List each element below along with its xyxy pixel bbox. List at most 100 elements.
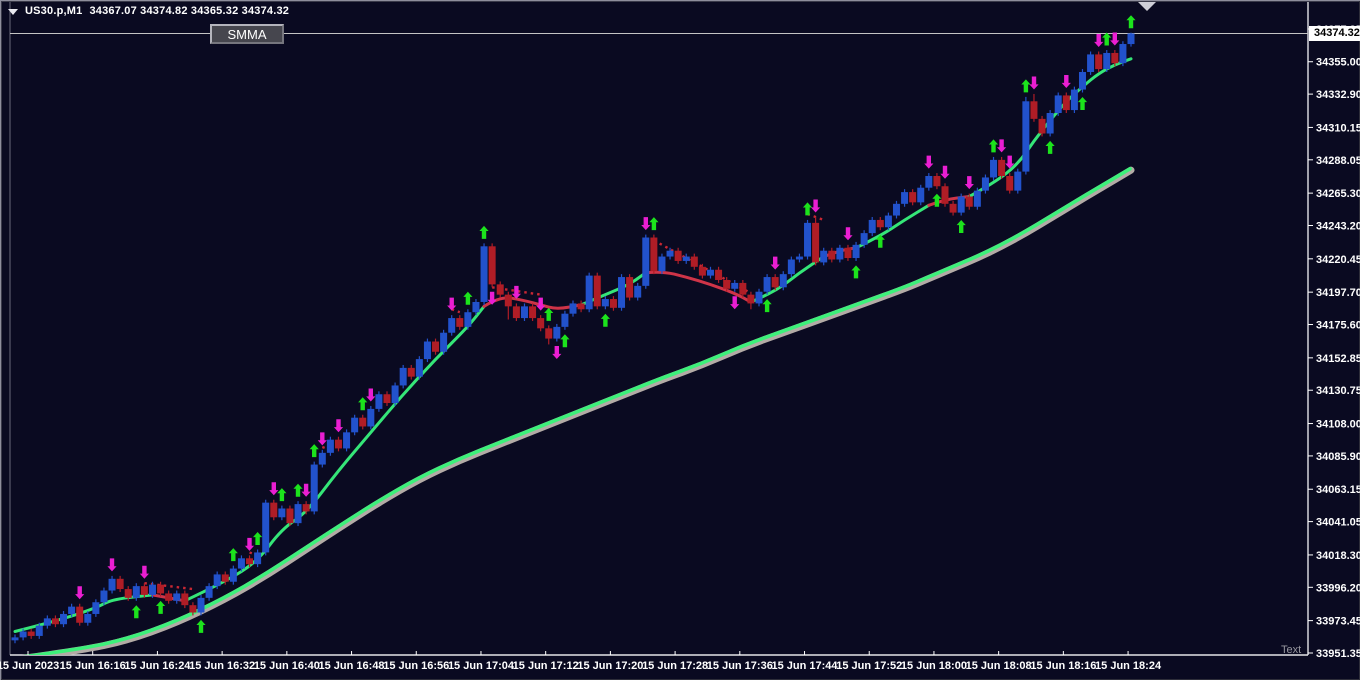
price-tick-label: 34243.20 — [1316, 221, 1360, 233]
up-arrow-icon — [479, 225, 489, 239]
down-arrow-icon — [964, 176, 974, 190]
bear-candle — [965, 196, 973, 207]
bear-candle — [715, 269, 723, 280]
time-tick-label: 15 Jun 16:40 — [254, 660, 320, 672]
down-arrow-icon — [107, 558, 117, 572]
time-tick-label: 15 Jun 18:24 — [1095, 660, 1162, 672]
down-arrow-icon — [317, 432, 327, 446]
price-tick-label: 34063.15 — [1316, 484, 1360, 496]
bull-candle — [884, 215, 892, 228]
time-tick-label: 15 Jun 18:16 — [1030, 660, 1096, 672]
bull-candle — [399, 367, 407, 386]
chart-plot-area[interactable] — [10, 15, 1308, 659]
down-arrow-icon — [333, 419, 344, 433]
bull-candle — [925, 175, 933, 188]
price-scale[interactable]: 34377.3534355.0034332.9034310.1534288.05… — [1308, 24, 1360, 660]
up-arrow-icon — [277, 488, 287, 502]
price-tick-label: 33973.45 — [1316, 616, 1360, 628]
bull-candle — [423, 341, 431, 360]
bull-candle — [1119, 44, 1127, 64]
chart-dropdown-icon[interactable] — [8, 8, 18, 15]
bull-candle — [43, 618, 51, 626]
down-arrow-icon — [811, 199, 821, 213]
bull-candle — [173, 593, 181, 601]
time-tick-label: 15 Jun 16:16 — [60, 660, 126, 672]
bear-candle — [593, 275, 601, 307]
bull-candle — [787, 259, 795, 275]
bear-candle — [165, 593, 173, 601]
bear-candle — [844, 247, 852, 259]
price-tick-label: 34332.90 — [1316, 89, 1360, 101]
price-tick-label: 34085.90 — [1316, 451, 1360, 463]
bull-candle — [666, 250, 674, 257]
bull-candle — [868, 219, 876, 234]
up-arrow-icon — [600, 313, 610, 327]
bear-candle — [407, 367, 415, 377]
bear-candle — [698, 266, 706, 276]
chart-text-object[interactable]: Text — [1281, 644, 1308, 657]
bear-candle — [1095, 54, 1103, 70]
bull-candle — [326, 439, 334, 453]
up-arrow-icon — [463, 291, 473, 305]
bear-candle — [140, 586, 148, 595]
price-tick-label: 34220.45 — [1316, 254, 1360, 266]
bull-candle — [229, 568, 237, 582]
time-tick-label: 15 Jun 16:56 — [383, 660, 449, 672]
bear-candle — [383, 394, 391, 404]
bear-candle — [512, 306, 520, 319]
bear-candle — [270, 502, 278, 518]
fast-ma-line — [13, 57, 1133, 633]
signal-arrows — [75, 15, 1136, 633]
bull-candle — [278, 508, 286, 518]
bull-candle — [804, 222, 812, 257]
bull-candle — [1078, 71, 1086, 90]
bull-candle — [973, 190, 981, 207]
time-tick-label: 15 Jun 17:28 — [642, 660, 708, 672]
bull-candle — [343, 432, 351, 449]
down-arrow-icon — [641, 217, 651, 231]
bear-candle — [504, 294, 512, 307]
bull-candle — [148, 584, 156, 595]
up-arrow-icon — [293, 483, 303, 497]
smma-indicator-button[interactable]: SMMA — [210, 24, 284, 44]
bull-candle — [375, 394, 383, 409]
down-arrow-icon — [139, 565, 149, 579]
price-tick-label: 34041.05 — [1316, 517, 1360, 529]
chart-title-symbol: US30.p,M1 — [25, 5, 83, 17]
bull-candle — [237, 558, 245, 569]
bear-candle — [181, 593, 189, 606]
bull-candle — [448, 318, 456, 333]
bull-candle — [464, 312, 472, 327]
bear-candle — [626, 277, 634, 298]
up-arrow-icon — [131, 605, 141, 619]
bull-candle — [1127, 33, 1135, 45]
time-scale[interactable]: 15 Jun 2023 15 Jun 16:1615 Jun 16:2415 Ju… — [0, 651, 1162, 672]
down-arrow-icon — [366, 388, 376, 402]
bull-candle — [60, 613, 68, 625]
price-tick-label: 33951.35 — [1316, 648, 1360, 660]
bull-candle — [634, 285, 642, 298]
chart-shift-marker-icon[interactable] — [1138, 2, 1156, 11]
bear-candle — [998, 159, 1006, 176]
up-arrow-icon — [762, 299, 772, 313]
bear-candle — [302, 504, 310, 512]
chart-canvas[interactable]: 34377.3534355.0034332.9034310.1534288.05… — [0, 0, 1360, 680]
down-arrow-icon — [1094, 34, 1104, 47]
bull-candle — [480, 246, 488, 302]
up-arrow-icon — [649, 217, 659, 231]
down-arrow-icon — [301, 483, 311, 497]
bear-candle — [650, 237, 658, 272]
bull-candle — [391, 385, 399, 404]
bull-candle — [706, 269, 714, 276]
time-tick-label: 15 Jun 2023 — [0, 660, 59, 672]
slow-ma-line — [21, 166, 1135, 655]
bear-candle — [529, 306, 537, 319]
bull-candle — [917, 187, 925, 203]
time-tick-label: 15 Jun 17:12 — [513, 660, 579, 672]
bull-candle — [892, 203, 900, 216]
down-arrow-icon — [552, 346, 562, 359]
bull-candle — [755, 291, 763, 304]
up-arrow-icon — [544, 307, 554, 321]
time-tick-label: 15 Jun 18:00 — [901, 660, 967, 672]
up-arrow-icon — [988, 139, 999, 153]
